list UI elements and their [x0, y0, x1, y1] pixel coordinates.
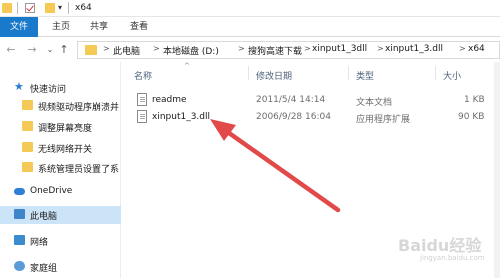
title-bar: ▾ x64 [0, 0, 500, 17]
file-name: readme [152, 95, 187, 105]
sidebar-item-quick-access[interactable]: ★ 快速访问 [0, 79, 121, 97]
breadcrumb-xinput-folder[interactable]: xinput1_3dll [312, 44, 367, 54]
file-type: 文本文档 [356, 98, 393, 108]
sidebar-item-label: 网络 [30, 238, 49, 248]
breadcrumb-separator: > [153, 44, 160, 53]
up-button[interactable]: ↑ [57, 42, 71, 58]
column-divider[interactable] [348, 66, 349, 80]
star-icon: ★ [14, 80, 24, 93]
sidebar-item-network[interactable]: 网络 [0, 232, 121, 250]
recent-locations-icon[interactable]: ⌄ [43, 42, 57, 58]
column-header-type[interactable]: 类型 [356, 69, 374, 82]
column-header-date[interactable]: 修改日期 [256, 69, 292, 82]
file-date: 2006/9/28 16:04 [256, 112, 331, 122]
navigation-pane: ★ 快速访问 视频驱动程序崩溃并 调整屏幕亮度 无线网络开关 系统管理员设置了系… [0, 62, 121, 278]
breadcrumb-separator: > [377, 44, 384, 53]
sidebar-item-label: 视频驱动程序崩溃并 [38, 103, 120, 113]
watermark-subtitle: jingyan.baidu.com [420, 254, 485, 262]
folder-icon [22, 162, 33, 172]
computer-icon [14, 209, 25, 219]
column-divider[interactable] [248, 66, 249, 80]
tab-home[interactable]: 主页 [47, 17, 75, 37]
breadcrumb-separator: > [459, 44, 466, 53]
table-row[interactable]: xinput1_3.dll 2006/9/28 16:04 应用程序扩展 90 … [122, 109, 494, 126]
file-size: 90 KB [458, 112, 485, 122]
text-file-icon [137, 93, 147, 106]
tab-share[interactable]: 共享 [85, 17, 113, 37]
sidebar-item-homegroup[interactable]: 家庭组 [0, 258, 121, 276]
sidebar-item-label: 调整屏幕亮度 [38, 124, 93, 134]
sidebar-item-label: 系统管理员设置了系 [38, 165, 120, 175]
window-title: x64 [75, 3, 92, 13]
back-button[interactable]: ← [4, 42, 18, 58]
file-size: 1 KB [464, 95, 485, 105]
file-type: 应用程序扩展 [356, 115, 411, 125]
watermark: Baidu经验 [398, 236, 482, 255]
vertical-scrollbar[interactable] [494, 62, 500, 278]
breadcrumb-local-disk[interactable]: 本地磁盘 (D:) [163, 44, 219, 57]
breadcrumb-x64[interactable]: x64 [468, 44, 485, 54]
sidebar-item-video-driver[interactable]: 视频驱动程序崩溃并 [0, 97, 121, 115]
sidebar-item-admin-settings[interactable]: 系统管理员设置了系 [0, 159, 121, 177]
sidebar-item-this-pc[interactable]: 此电脑 [0, 206, 121, 224]
breadcrumb-sogou-download[interactable]: 搜狗高速下载 [248, 44, 302, 57]
folder-icon [2, 3, 12, 13]
cloud-icon [14, 188, 25, 195]
breadcrumb-separator: > [103, 44, 110, 53]
table-row[interactable]: readme 2011/5/4 14:14 文本文档 1 KB [122, 92, 494, 109]
quick-access-dropdown-icon[interactable]: ▾ [58, 3, 62, 12]
column-divider[interactable] [435, 66, 436, 80]
breadcrumb-this-pc[interactable]: 此电脑 [113, 44, 140, 57]
sidebar-item-label: 家庭组 [30, 264, 58, 274]
file-name: xinput1_3.dll [152, 112, 211, 122]
navigation-bar: ← → ⌄ ↑ > 此电脑 > 本地磁盘 (D:) > 搜狗高速下载 > xin… [0, 38, 500, 62]
sidebar-item-wireless-switch[interactable]: 无线网络开关 [0, 139, 121, 157]
sidebar-item-label: 无线网络开关 [38, 145, 93, 155]
toolbar-divider [17, 2, 18, 14]
file-date: 2011/5/4 14:14 [256, 95, 326, 105]
new-folder-icon[interactable] [45, 3, 55, 13]
column-header-name[interactable]: 名称 [134, 69, 152, 82]
folder-icon [22, 121, 33, 131]
column-header-size[interactable]: 大小 [443, 69, 461, 82]
toolbar-divider [68, 2, 69, 14]
sidebar-item-label: 此电脑 [30, 212, 58, 222]
properties-icon[interactable] [25, 3, 35, 13]
forward-button[interactable]: → [25, 42, 39, 58]
sidebar-item-screen-brightness[interactable]: 调整屏幕亮度 [0, 118, 121, 136]
breadcrumb-xinput-dll-folder[interactable]: xinput1_3.dll [385, 44, 443, 54]
tab-file[interactable]: 文件 [0, 17, 38, 37]
dll-file-icon [137, 110, 147, 123]
folder-icon [22, 100, 33, 110]
sort-indicator-icon: ^ [184, 62, 190, 70]
breadcrumb-separator: > [238, 44, 245, 53]
tab-view[interactable]: 查看 [125, 17, 153, 37]
folder-icon [22, 142, 33, 152]
sidebar-item-onedrive[interactable]: OneDrive [0, 183, 121, 201]
breadcrumb-separator: > [304, 44, 311, 53]
folder-icon [85, 45, 97, 55]
ribbon-tabs: 文件 主页 共享 查看 [0, 17, 500, 37]
sidebar-item-label: 快速访问 [30, 85, 67, 95]
homegroup-icon [14, 261, 25, 271]
address-bar[interactable]: > 此电脑 > 本地磁盘 (D:) > 搜狗高速下载 > xinput1_3dl… [77, 41, 500, 59]
sidebar-item-label: OneDrive [30, 186, 73, 196]
network-icon [14, 235, 25, 245]
